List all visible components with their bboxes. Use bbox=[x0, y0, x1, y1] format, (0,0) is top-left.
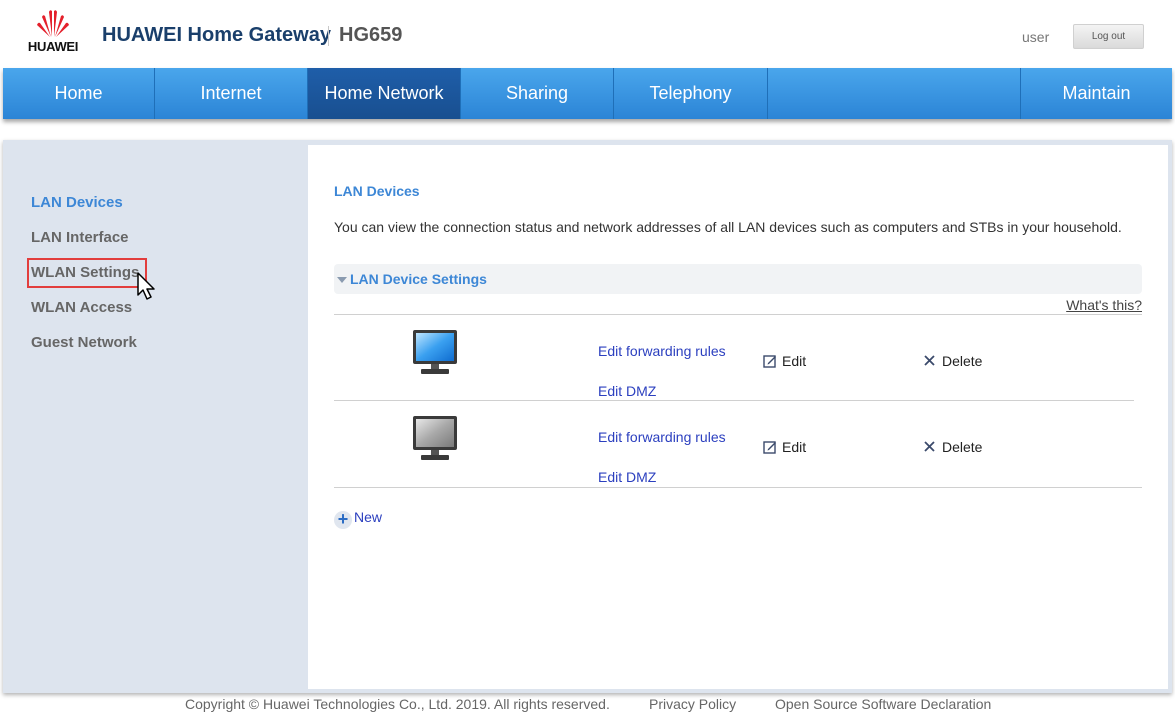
title-divider bbox=[328, 26, 329, 46]
table-row: Edit forwarding rules Edit DMZ Edit Dele… bbox=[334, 315, 1142, 401]
edit-forwarding-rules-link[interactable]: Edit forwarding rules bbox=[598, 343, 726, 359]
nav-sharing[interactable]: Sharing bbox=[461, 68, 614, 119]
mouse-cursor-icon bbox=[137, 272, 155, 300]
whats-this-link[interactable]: What's this? bbox=[1066, 297, 1142, 313]
edit-label: Edit bbox=[782, 439, 807, 455]
monitor-offline-icon bbox=[413, 416, 457, 460]
section-header[interactable]: LAN Device Settings bbox=[334, 264, 1142, 294]
table-divider bbox=[334, 487, 1142, 488]
delete-button[interactable]: Delete bbox=[922, 353, 982, 369]
caret-down-icon bbox=[337, 277, 347, 283]
edit-icon bbox=[763, 355, 776, 368]
app-title: HUAWEI Home Gateway bbox=[102, 24, 331, 46]
nav-internet[interactable]: Internet bbox=[155, 68, 308, 119]
page-title: LAN Devices bbox=[334, 183, 420, 199]
sidebar-item-guest-network[interactable]: Guest Network bbox=[31, 334, 137, 351]
nav-maintain[interactable]: Maintain bbox=[1020, 68, 1172, 119]
model-name: HG659 bbox=[339, 24, 403, 46]
monitor-online-icon bbox=[413, 330, 457, 374]
nav-telephony[interactable]: Telephony bbox=[614, 68, 768, 119]
nav-home-network[interactable]: Home Network bbox=[308, 68, 461, 119]
edit-dmz-link[interactable]: Edit DMZ bbox=[598, 383, 656, 399]
sidebar-item-lan-devices[interactable]: LAN Devices bbox=[31, 194, 123, 211]
footer-privacy-link[interactable]: Privacy Policy bbox=[649, 696, 736, 712]
main-shell: LAN Devices LAN Interface WLAN Settings … bbox=[3, 140, 1172, 693]
edit-dmz-link[interactable]: Edit DMZ bbox=[598, 469, 656, 485]
content-panel: LAN Devices You can view the connection … bbox=[308, 145, 1168, 689]
new-device-button[interactable]: + New bbox=[334, 509, 382, 529]
delete-label: Delete bbox=[942, 439, 983, 455]
new-label: New bbox=[354, 509, 383, 525]
logout-button[interactable]: Log out bbox=[1073, 24, 1144, 49]
section-title: LAN Device Settings bbox=[350, 271, 487, 287]
brand-text: HUAWEI bbox=[27, 39, 79, 54]
table-row: Edit forwarding rules Edit DMZ Edit Dele… bbox=[334, 401, 1142, 487]
huawei-logo: HUAWEI bbox=[22, 8, 84, 56]
footer-copyright: Copyright © Huawei Technologies Co., Ltd… bbox=[185, 696, 610, 712]
huawei-petals-icon bbox=[37, 10, 69, 37]
sidebar-item-wlan-access[interactable]: WLAN Access bbox=[31, 299, 132, 316]
edit-label: Edit bbox=[782, 353, 807, 369]
highlight-box bbox=[27, 258, 147, 288]
edit-button[interactable]: Edit bbox=[762, 439, 806, 455]
page-description: You can view the connection status and n… bbox=[334, 219, 1122, 235]
edit-button[interactable]: Edit bbox=[762, 353, 806, 369]
main-nav: Home Internet Home Network Sharing Telep… bbox=[3, 68, 1172, 119]
delete-button[interactable]: Delete bbox=[922, 439, 982, 455]
header: HUAWEI HUAWEI Home Gateway HG659 user Lo… bbox=[0, 0, 1175, 68]
plus-icon: + bbox=[334, 510, 352, 529]
close-icon bbox=[924, 441, 935, 452]
footer-open-source-link[interactable]: Open Source Software Declaration bbox=[775, 696, 991, 712]
edit-icon bbox=[763, 441, 776, 454]
sidebar-item-lan-interface[interactable]: LAN Interface bbox=[31, 229, 129, 246]
nav-home[interactable]: Home bbox=[3, 68, 155, 119]
close-icon bbox=[924, 355, 935, 366]
username: user bbox=[1022, 29, 1050, 45]
edit-forwarding-rules-link[interactable]: Edit forwarding rules bbox=[598, 429, 726, 445]
delete-label: Delete bbox=[942, 353, 983, 369]
